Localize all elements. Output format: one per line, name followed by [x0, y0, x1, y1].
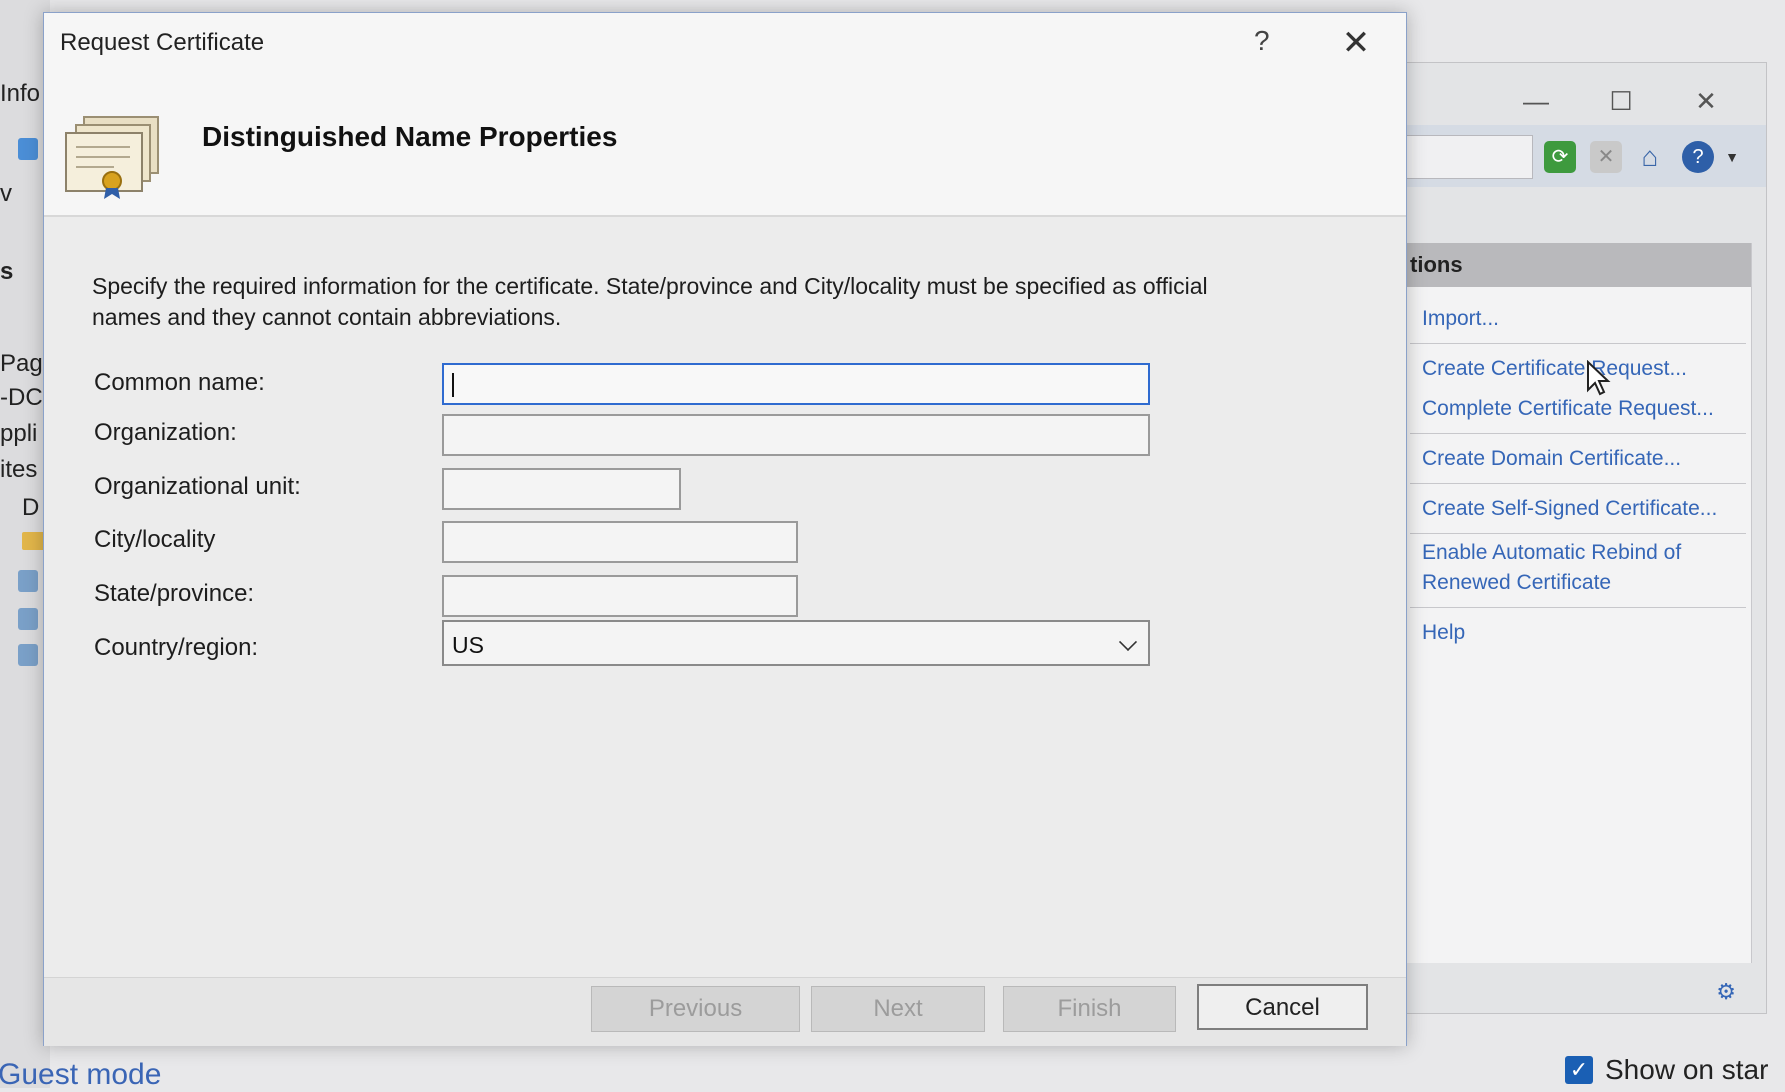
state-label: State/province: [94, 580, 255, 607]
help-icon[interactable]: ? [1682, 141, 1714, 173]
minimize-icon[interactable]: — [1516, 81, 1556, 121]
finish-button[interactable]: Finish [1003, 986, 1176, 1032]
divider [1410, 433, 1746, 434]
bg-fragment: v [0, 180, 12, 207]
certificate-icon [65, 116, 159, 199]
home-icon[interactable]: ⌂ [1634, 141, 1666, 173]
organizational-unit-label: Organizational unit: [94, 473, 301, 500]
divider [1410, 343, 1746, 344]
country-label: Country/region: [94, 634, 259, 661]
dialog-footer: Previous Next Finish Cancel [44, 977, 1406, 1046]
refresh-icon[interactable]: ⟳ [1544, 141, 1576, 173]
bg-fragment: ites [0, 456, 38, 483]
address-bar[interactable] [1406, 135, 1533, 179]
bg-fragment: Pag [0, 350, 43, 377]
request-certificate-dialog: Request Certificate ? ✕ Distinguished Na… [43, 12, 1407, 1046]
dialog-header: Distinguished Name Properties [44, 75, 1406, 217]
help-link[interactable]: Help [1422, 621, 1465, 645]
checkbox-checked-icon[interactable]: ✓ [1565, 1056, 1593, 1084]
iis-manager-window: — ☐ ✕ ⟳ ✕ ⌂ ? ▼ tions Import... Create C… [1405, 62, 1767, 1014]
bg-fragment: -DCI [0, 384, 50, 411]
organization-input[interactable] [442, 414, 1150, 456]
mouse-cursor-icon [1587, 360, 1611, 396]
bg-fragment: s [0, 258, 14, 285]
stop-icon[interactable]: ✕ [1590, 141, 1622, 173]
divider [1410, 533, 1746, 534]
actions-panel: tions Import... Create Certificate Reque… [1406, 243, 1752, 963]
enable-automatic-rebind-link-line2[interactable]: Renewed Certificate [1422, 571, 1611, 595]
create-certificate-request-link[interactable]: Create Certificate Request... [1422, 357, 1687, 381]
guest-mode-label[interactable]: Guest mode [0, 1058, 161, 1092]
instructions-text: Specify the required information for the… [92, 273, 1208, 330]
previous-button[interactable]: Previous [591, 986, 800, 1032]
next-button[interactable]: Next [811, 986, 985, 1032]
show-on-start-label: Show on star [1605, 1054, 1769, 1085]
bg-fragment: D [22, 494, 40, 521]
actions-header: tions [1406, 243, 1751, 287]
close-icon[interactable]: ✕ [1336, 23, 1376, 63]
organizational-unit-input[interactable] [442, 468, 681, 510]
bg-fragment: ppli [0, 420, 38, 447]
common-name-input[interactable] [442, 363, 1150, 405]
site-icon [18, 570, 38, 592]
browser-icon [18, 138, 38, 160]
enable-automatic-rebind-link[interactable]: Enable Automatic Rebind of [1422, 541, 1681, 565]
cancel-button[interactable]: Cancel [1197, 984, 1368, 1030]
chevron-down-icon [1118, 632, 1138, 652]
site-icon [18, 608, 38, 630]
dialog-titlebar: Request Certificate ? ✕ [44, 13, 1406, 75]
close-icon[interactable]: ✕ [1686, 81, 1726, 121]
divider [1410, 483, 1746, 484]
organization-label: Organization: [94, 419, 237, 446]
complete-certificate-request-link[interactable]: Complete Certificate Request... [1422, 397, 1714, 421]
bg-fragment: Info [0, 80, 41, 107]
help-icon[interactable]: ? [1254, 25, 1270, 57]
divider [1410, 607, 1746, 608]
chevron-down-icon[interactable]: ▼ [1716, 141, 1748, 173]
country-select-value: US [452, 632, 484, 658]
dialog-title: Request Certificate [60, 29, 265, 56]
state-input[interactable] [442, 575, 798, 617]
text-caret [452, 373, 454, 397]
maximize-icon[interactable]: ☐ [1601, 81, 1641, 121]
create-self-signed-certificate-link[interactable]: Create Self-Signed Certificate... [1422, 497, 1717, 521]
city-label: City/locality [94, 526, 216, 553]
country-select[interactable]: US [442, 620, 1150, 666]
network-status-icon: ⚙ [1716, 979, 1736, 1004]
dialog-body: Specify the required information for the… [44, 217, 1406, 977]
create-domain-certificate-link[interactable]: Create Domain Certificate... [1422, 447, 1681, 471]
show-on-start-option[interactable]: ✓ Show on star [1565, 1052, 1768, 1088]
site-icon [18, 644, 38, 666]
common-name-label: Common name: [94, 369, 265, 396]
page-heading: Distinguished Name Properties [202, 121, 618, 152]
city-input[interactable] [442, 521, 798, 563]
import-link[interactable]: Import... [1422, 307, 1499, 331]
